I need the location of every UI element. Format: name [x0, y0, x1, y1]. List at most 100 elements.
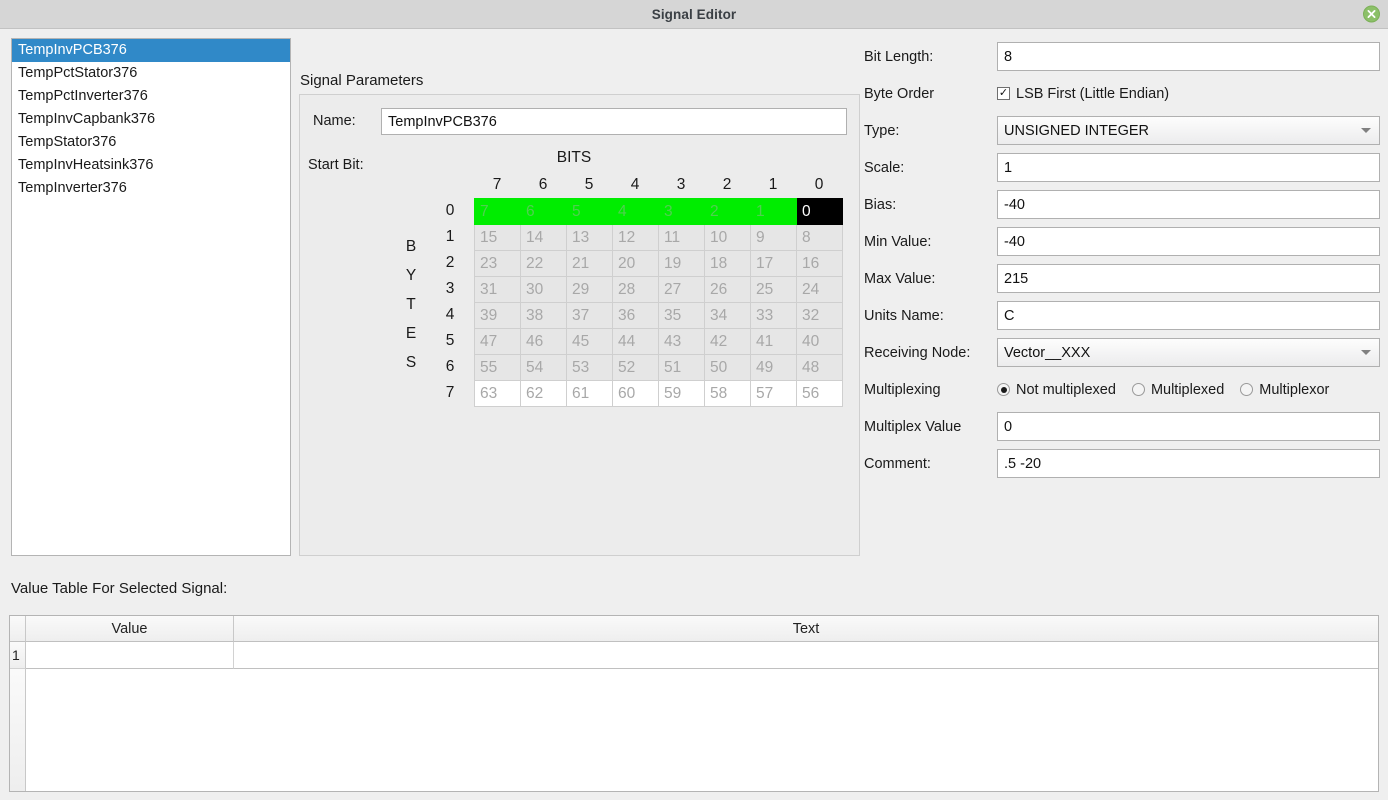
bit-cell[interactable]: 30 — [520, 276, 567, 303]
bit-cell[interactable]: 20 — [612, 250, 659, 277]
column-header-text[interactable]: Text — [234, 616, 1378, 642]
list-item[interactable]: TempPctInverter376 — [12, 85, 290, 108]
receiving-node-select[interactable]: Vector__XXX — [997, 338, 1380, 367]
bit-cell[interactable]: 44 — [612, 328, 659, 355]
bit-cell[interactable]: 8 — [796, 224, 843, 251]
units-name-input[interactable] — [997, 301, 1380, 330]
bit-cell[interactable]: 40 — [796, 328, 843, 355]
bit-length-input[interactable] — [997, 42, 1380, 71]
bit-cell[interactable]: 23 — [474, 250, 521, 277]
bit-cell[interactable]: 58 — [704, 380, 751, 407]
bit-cell[interactable]: 31 — [474, 276, 521, 303]
bit-cell[interactable]: 56 — [796, 380, 843, 407]
multiplex-value-input[interactable] — [997, 412, 1380, 441]
bit-cell[interactable]: 5 — [566, 198, 613, 225]
list-item[interactable]: TempInverter376 — [12, 177, 290, 200]
row-header[interactable]: 1 — [10, 642, 26, 669]
bit-cell[interactable]: 1 — [750, 198, 797, 225]
bit-cell[interactable]: 35 — [658, 302, 705, 329]
bit-cell[interactable]: 48 — [796, 354, 843, 381]
list-item[interactable]: TempPctStator376 — [12, 62, 290, 85]
bit-cell[interactable]: 28 — [612, 276, 659, 303]
cell-text[interactable] — [234, 642, 1378, 669]
bit-cell[interactable]: 4 — [612, 198, 659, 225]
bit-cell[interactable]: 43 — [658, 328, 705, 355]
name-input[interactable] — [381, 108, 847, 135]
bit-cell[interactable]: 36 — [612, 302, 659, 329]
type-select[interactable]: UNSIGNED INTEGER — [997, 116, 1380, 145]
bit-cell[interactable]: 17 — [750, 250, 797, 277]
receiving-node-row: Receiving Node: Vector__XXX — [864, 334, 1380, 371]
bit-cell[interactable]: 24 — [796, 276, 843, 303]
bit-cell[interactable]: 39 — [474, 302, 521, 329]
bit-cell[interactable]: 21 — [566, 250, 613, 277]
bit-cell[interactable]: 63 — [474, 380, 521, 407]
list-item[interactable]: TempInvCapbank376 — [12, 108, 290, 131]
scale-input[interactable] — [997, 153, 1380, 182]
bit-cell[interactable]: 10 — [704, 224, 751, 251]
bit-cell[interactable]: 32 — [796, 302, 843, 329]
bit-matrix[interactable]: 7 6 5 4 3 2 1 0 15 14 13 12 11 10 9 8 23 22 21 20 19 18 17 16 31… — [474, 198, 843, 407]
bit-cell[interactable]: 13 — [566, 224, 613, 251]
radio-label: Multiplexor — [1259, 381, 1330, 398]
bit-cell[interactable]: 46 — [520, 328, 567, 355]
bit-cell[interactable]: 37 — [566, 302, 613, 329]
bit-cell[interactable]: 41 — [750, 328, 797, 355]
bit-cell[interactable]: 62 — [520, 380, 567, 407]
bit-cell[interactable]: 42 — [704, 328, 751, 355]
value-table[interactable]: Value Text 1 — [9, 615, 1379, 792]
bit-cell[interactable]: 12 — [612, 224, 659, 251]
start-bit-grid[interactable]: 7 6 5 4 3 2 1 0 B Y T E S 0 1 2 3 4 5 6 … — [396, 172, 843, 407]
bit-cell[interactable]: 25 — [750, 276, 797, 303]
bit-cell[interactable]: 9 — [750, 224, 797, 251]
column-header-value[interactable]: Value — [26, 616, 234, 642]
bit-cell[interactable]: 38 — [520, 302, 567, 329]
window-title: Signal Editor — [651, 6, 737, 22]
bit-cell[interactable]: 57 — [750, 380, 797, 407]
multiplex-value-label: Multiplex Value — [864, 418, 962, 435]
bit-cell[interactable]: 54 — [520, 354, 567, 381]
bit-cell[interactable]: 14 — [520, 224, 567, 251]
bit-cell[interactable]: 7 — [474, 198, 521, 225]
bit-cell[interactable]: 22 — [520, 250, 567, 277]
bit-cell[interactable]: 11 — [658, 224, 705, 251]
bit-cell[interactable]: 29 — [566, 276, 613, 303]
list-item[interactable]: TempInvHeatsink376 — [12, 154, 290, 177]
bit-cell[interactable]: 55 — [474, 354, 521, 381]
comment-input[interactable] — [997, 449, 1380, 478]
bit-cell[interactable]: 45 — [566, 328, 613, 355]
bit-cell[interactable]: 34 — [704, 302, 751, 329]
list-item[interactable]: TempStator376 — [12, 131, 290, 154]
bit-cell[interactable]: 51 — [658, 354, 705, 381]
bit-cell[interactable]: 15 — [474, 224, 521, 251]
list-item[interactable]: TempInvPCB376 — [12, 39, 290, 62]
min-value-input[interactable] — [997, 227, 1380, 256]
signal-list[interactable]: TempInvPCB376 TempPctStator376 TempPctIn… — [11, 38, 291, 556]
bit-cell[interactable]: 16 — [796, 250, 843, 277]
bit-cell[interactable]: 18 — [704, 250, 751, 277]
bit-cell[interactable]: 33 — [750, 302, 797, 329]
bit-cell[interactable]: 6 — [520, 198, 567, 225]
bit-cell[interactable]: 53 — [566, 354, 613, 381]
max-value-input[interactable] — [997, 264, 1380, 293]
bit-cell[interactable]: 2 — [704, 198, 751, 225]
radio-multiplexor[interactable]: Multiplexor — [1240, 382, 1329, 398]
lsb-first-checkbox[interactable]: ✓ LSB First (Little Endian) — [997, 86, 1380, 102]
radio-multiplexed[interactable]: Multiplexed — [1131, 382, 1224, 398]
close-icon[interactable] — [1363, 5, 1380, 23]
bit-cell[interactable]: 0 — [796, 198, 843, 225]
bit-cell[interactable]: 49 — [750, 354, 797, 381]
bit-cell[interactable]: 52 — [612, 354, 659, 381]
bit-cell[interactable]: 47 — [474, 328, 521, 355]
bit-cell[interactable]: 3 — [658, 198, 705, 225]
bit-cell[interactable]: 59 — [658, 380, 705, 407]
bit-cell[interactable]: 26 — [704, 276, 751, 303]
cell-value[interactable] — [26, 642, 234, 669]
bit-cell[interactable]: 27 — [658, 276, 705, 303]
bias-input[interactable] — [997, 190, 1380, 219]
bit-cell[interactable]: 50 — [704, 354, 751, 381]
radio-not-multiplexed[interactable]: Not multiplexed — [997, 382, 1116, 398]
bit-cell[interactable]: 60 — [612, 380, 659, 407]
bit-cell[interactable]: 19 — [658, 250, 705, 277]
bit-cell[interactable]: 61 — [566, 380, 613, 407]
